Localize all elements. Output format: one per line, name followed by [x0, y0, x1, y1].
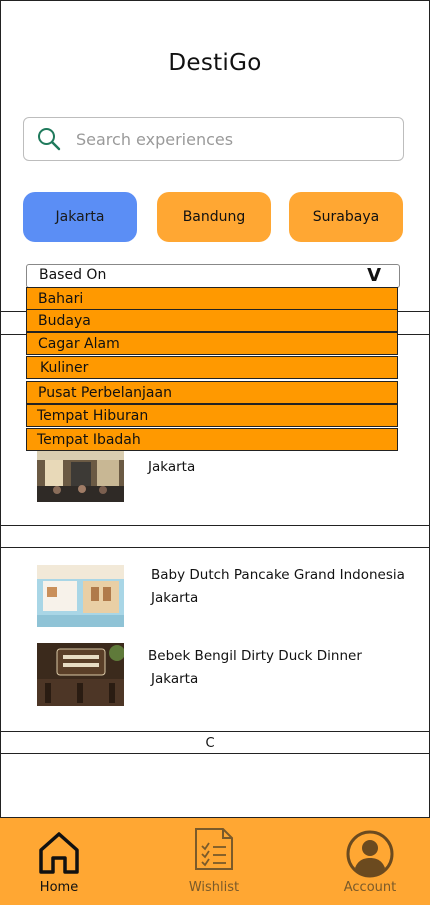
result-name[interactable]: Baby Dutch Pancake Grand Indonesia [151, 567, 405, 583]
section-footer-text: C [205, 736, 215, 751]
section-divider [0, 753, 430, 754]
search-bar[interactable]: Search experiences [23, 117, 404, 161]
nav-label-wishlist: Wishlist [188, 880, 240, 895]
dropdown-option-tempat-hiburan[interactable]: Tempat Hiburan [26, 404, 398, 427]
result-name[interactable]: Bebek Bengil Dirty Duck Dinner [148, 648, 362, 664]
app-title: DestiGo [168, 50, 262, 76]
result-photo [37, 643, 125, 706]
nav-account[interactable]: Account [330, 818, 410, 905]
result-thumbnail[interactable] [37, 565, 124, 627]
section-divider [0, 547, 430, 548]
bottom-nav: Home Wishlist Account [0, 817, 430, 905]
section-divider [0, 731, 430, 732]
option-label: Tempat Hiburan [37, 408, 149, 424]
nav-label-account: Account [343, 880, 397, 895]
search-icon [38, 128, 61, 151]
search-input[interactable]: Search experiences [76, 130, 233, 149]
city-button-jakarta[interactable]: Jakarta [23, 192, 137, 242]
result-city: Jakarta [151, 671, 199, 687]
city-button-bandung[interactable]: Bandung [157, 192, 271, 242]
home-icon [39, 832, 79, 874]
option-label: Tempat Ibadah [37, 432, 141, 448]
option-label: Bahari [38, 291, 84, 307]
account-icon [346, 830, 394, 878]
dropdown-option-bahari[interactable]: Bahari [26, 287, 398, 310]
dropdown-option-kuliner[interactable]: Kuliner [26, 356, 398, 379]
nav-home[interactable]: Home [19, 818, 99, 905]
filter-label: Based On [39, 267, 107, 283]
result-photo [37, 565, 124, 627]
result-city: Jakarta [151, 590, 199, 606]
chevron-down-icon[interactable]: V [367, 265, 381, 286]
dropdown-option-cagar-alam[interactable]: Cagar Alam [26, 332, 398, 355]
filter-select[interactable]: Based On V [26, 264, 400, 288]
result-thumbnail[interactable] [37, 643, 125, 706]
result-city: Jakarta [148, 459, 196, 475]
checklist-icon [195, 828, 233, 870]
dropdown-option-tempat-ibadah[interactable]: Tempat Ibadah [26, 428, 398, 451]
dropdown-option-budaya[interactable]: Budaya [26, 309, 398, 332]
city-button-surabaya[interactable]: Surabaya [289, 192, 403, 242]
option-label: Cagar Alam [38, 336, 120, 352]
option-label: Kuliner [40, 360, 89, 376]
section-divider [0, 525, 430, 526]
nav-wishlist[interactable]: Wishlist [174, 818, 254, 905]
option-label: Budaya [38, 313, 91, 329]
nav-label-home: Home [39, 880, 79, 895]
dropdown-option-pusat-perbelanjaan[interactable]: Pusat Perbelanjaan [26, 381, 398, 404]
option-label: Pusat Perbelanjaan [38, 385, 172, 401]
